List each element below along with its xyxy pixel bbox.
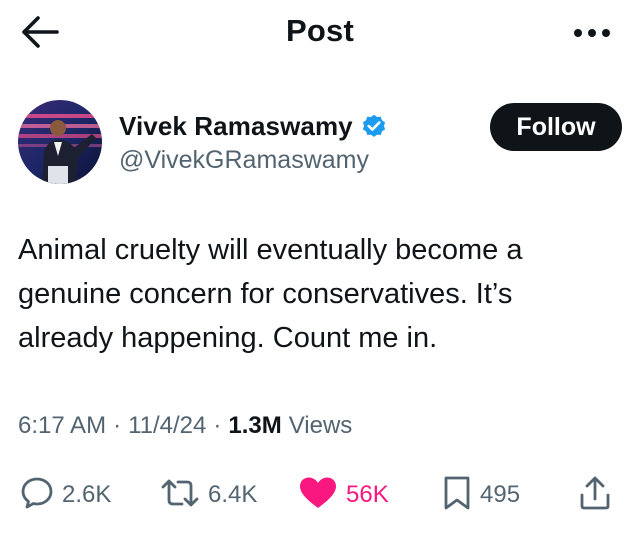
post-text: Animal cruelty will eventually become a … — [18, 228, 622, 360]
reply-icon — [20, 476, 54, 515]
repost-count: 6.4K — [208, 481, 258, 508]
like-count: 56K — [346, 481, 389, 508]
views-label: Views — [288, 412, 353, 439]
share-icon — [578, 475, 612, 516]
verified-badge-icon — [360, 113, 388, 141]
follow-button[interactable]: Follow — [490, 103, 622, 151]
share-button[interactable] — [578, 470, 612, 520]
bookmark-icon — [442, 475, 472, 516]
bookmark-button[interactable]: 495 — [442, 470, 520, 520]
author-name[interactable]: Vivek Ramaswamy — [119, 111, 353, 142]
bookmark-count: 495 — [480, 481, 521, 508]
meta-separator: · — [213, 412, 222, 439]
page-title: Post — [286, 13, 354, 48]
author-handle[interactable]: @VivekGRamaswamy — [119, 146, 369, 175]
top-bar: Post — [0, 0, 640, 64]
post-date[interactable]: 11/4/24 — [128, 412, 206, 440]
action-bar: 2.6K 6.4K 56K 495 — [0, 470, 640, 520]
post-text-line: genuine concern for conservatives. It’s — [18, 278, 513, 310]
like-button[interactable]: 56K — [298, 470, 389, 520]
author-name-row: Vivek Ramaswamy — [119, 111, 388, 142]
more-horizontal-icon — [572, 26, 612, 44]
reply-button[interactable]: 2.6K — [20, 470, 111, 520]
views-count: 1.3M — [228, 412, 282, 439]
post-time[interactable]: 6:17 AM — [18, 412, 106, 440]
meta-separator: · — [113, 412, 122, 439]
repost-icon — [160, 476, 200, 515]
reply-count: 2.6K — [62, 481, 112, 508]
repost-button[interactable]: 6.4K — [160, 470, 257, 520]
avatar[interactable] — [18, 100, 102, 184]
post-meta: 6:17 AM · 11/4/24 · 1.3M Views — [18, 412, 352, 440]
post-text-line: already happening. Count me in. — [18, 322, 438, 354]
heart-icon — [298, 476, 338, 515]
post-text-line: Animal cruelty will eventually become a — [18, 234, 523, 266]
more-options-button[interactable] — [570, 20, 614, 50]
post-author: Vivek Ramaswamy @VivekGRamaswamy Follow — [18, 100, 622, 186]
